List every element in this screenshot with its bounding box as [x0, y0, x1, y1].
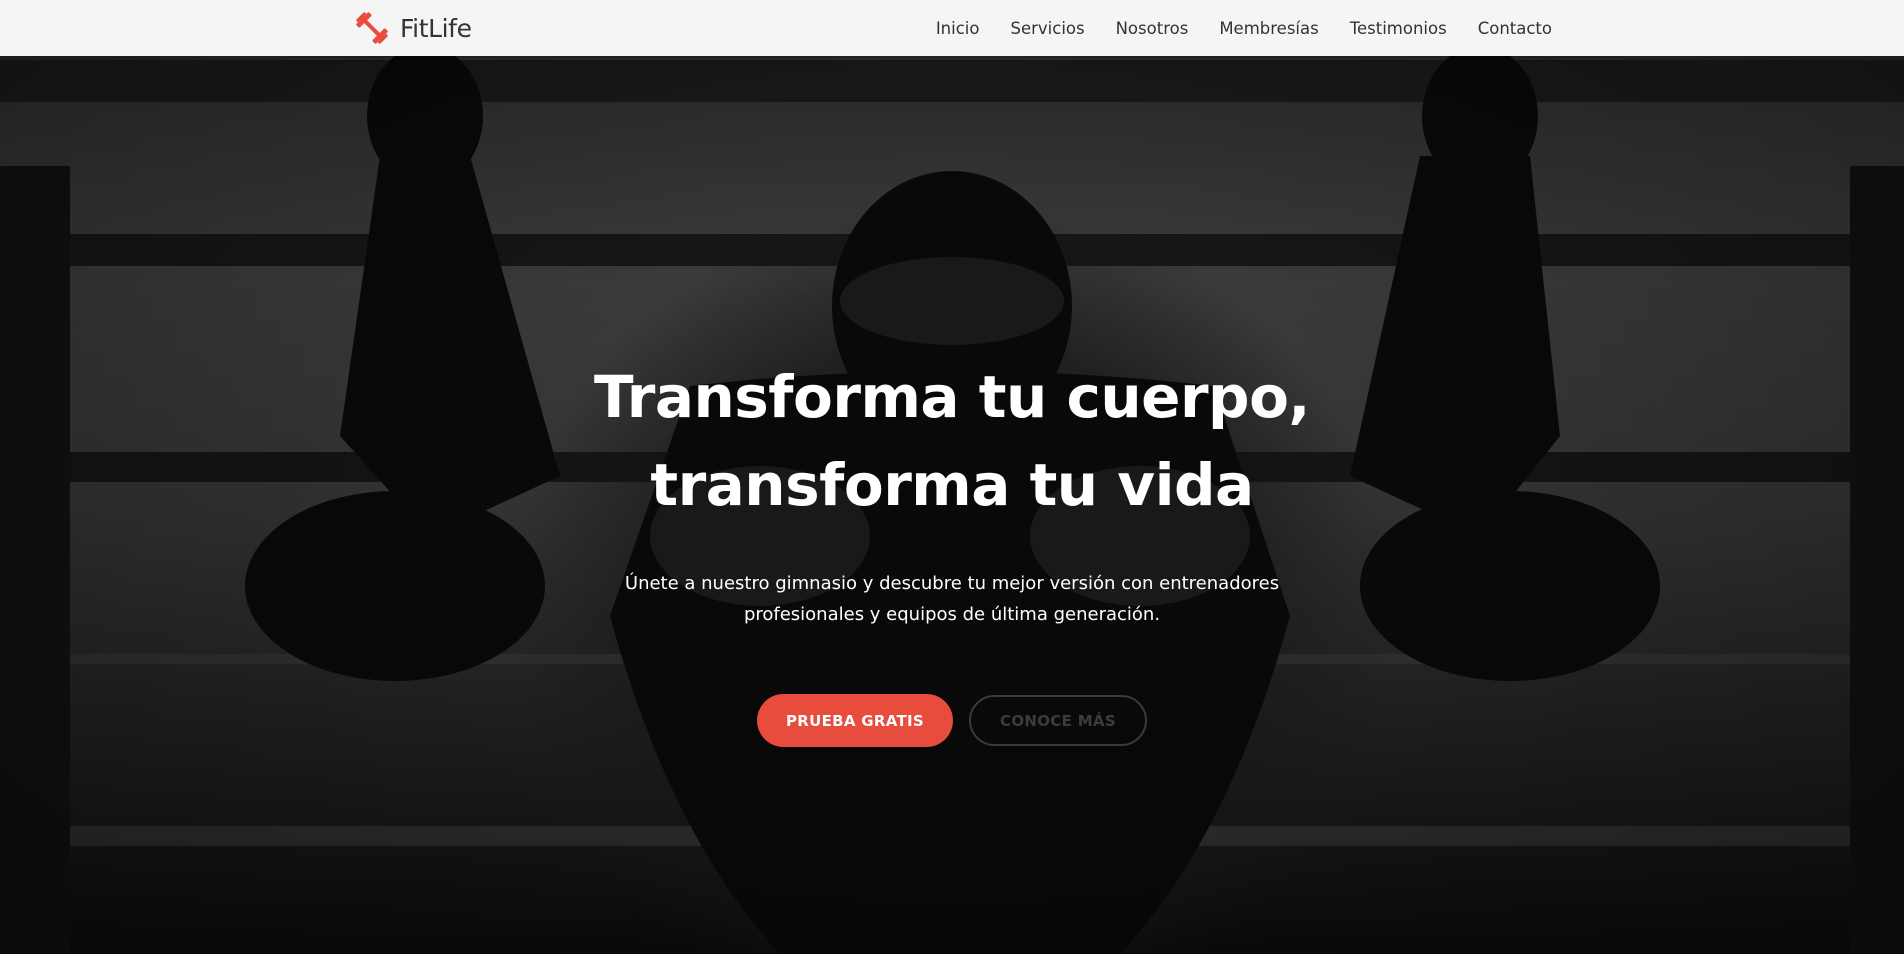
nav-link-testimonios[interactable]: Testimonios: [1350, 19, 1447, 38]
hero-title-line-2: transforma tu vida: [650, 451, 1254, 519]
brand-logo[interactable]: FitLife: [354, 8, 472, 48]
hero-section: Transforma tu cuerpo, transforma tu vida…: [0, 56, 1904, 954]
dumbbell-icon: [356, 12, 388, 44]
hero-title: Transforma tu cuerpo, transforma tu vida: [452, 353, 1452, 529]
navbar: FitLife Inicio Servicios Nosotros Membre…: [0, 0, 1904, 56]
hero-subtitle: Únete a nuestro gimnasio y descubre tu m…: [624, 573, 1280, 625]
nav-link-nosotros[interactable]: Nosotros: [1116, 19, 1189, 38]
nav-link-inicio[interactable]: Inicio: [936, 19, 980, 38]
hero-title-line-1: Transforma tu cuerpo,: [594, 363, 1310, 431]
brand-name: FitLife: [400, 13, 472, 43]
nav-link-contacto[interactable]: Contacto: [1478, 19, 1552, 38]
nav-link-servicios[interactable]: Servicios: [1010, 19, 1084, 38]
learn-more-button[interactable]: CONOCE MÁS: [969, 695, 1147, 746]
free-trial-button[interactable]: PRUEBA GRATIS: [757, 694, 953, 747]
nav-link-membresias[interactable]: Membresías: [1219, 19, 1318, 38]
main-nav: Inicio Servicios Nosotros Membresías Tes…: [936, 0, 1552, 56]
